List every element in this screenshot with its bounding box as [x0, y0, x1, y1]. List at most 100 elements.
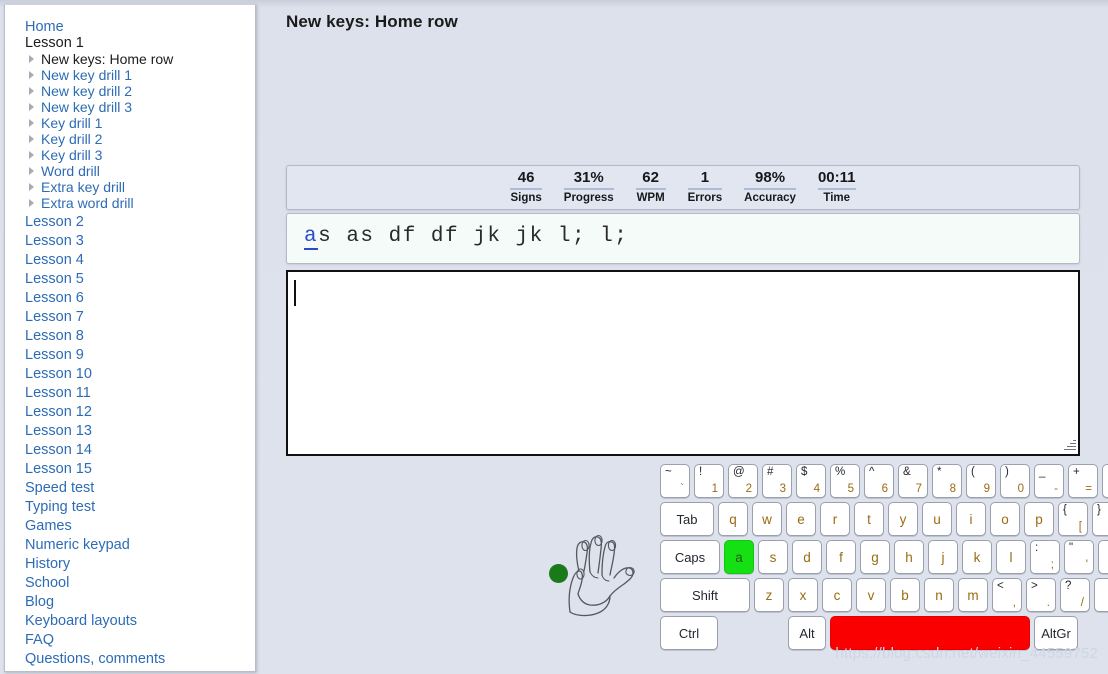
sidebar-item-blog[interactable]: Blog: [5, 594, 255, 610]
key-d[interactable]: d: [792, 540, 822, 574]
sidebar-item-games[interactable]: Games: [5, 518, 255, 534]
stat-accuracy-label: Accuracy: [744, 192, 796, 204]
key-p[interactable]: p: [1024, 502, 1054, 536]
key-][interactable]: }]: [1092, 502, 1108, 536]
sidebar-item-lesson-11[interactable]: Lesson 11: [5, 385, 255, 401]
sidebar-item-lesson-15[interactable]: Lesson 15: [5, 461, 255, 477]
key-u[interactable]: u: [922, 502, 952, 536]
key-'[interactable]: " ': [1064, 540, 1094, 574]
sidebar-item-history[interactable]: History: [5, 556, 255, 572]
sidebar-item-questions-comments[interactable]: Questions, comments: [5, 651, 255, 667]
key-n[interactable]: n: [924, 578, 954, 612]
sidebar-item-speed-test[interactable]: Speed test: [5, 480, 255, 496]
key-j[interactable]: j: [928, 540, 958, 574]
key-t[interactable]: t: [854, 502, 884, 536]
key-r[interactable]: r: [820, 502, 850, 536]
key-`[interactable]: ~ `: [660, 464, 690, 498]
key-label: t: [867, 511, 871, 527]
sidebar-item-extra-key-drill[interactable]: Extra key drill: [5, 179, 255, 195]
key-8[interactable]: * 8: [932, 464, 962, 498]
sidebar-item-new-keys-home-row[interactable]: New keys: Home row: [5, 51, 255, 67]
key-/[interactable]: ? /: [1060, 578, 1090, 612]
sidebar-item-lesson-2[interactable]: Lesson 2: [5, 214, 255, 230]
key-back[interactable]: Back: [1102, 464, 1108, 498]
sidebar-item-lesson-14[interactable]: Lesson 14: [5, 442, 255, 458]
key-a[interactable]: a: [724, 540, 754, 574]
key-0[interactable]: ) 0: [1000, 464, 1030, 498]
sidebar-item-faq[interactable]: FAQ: [5, 632, 255, 648]
key-enter[interactable]: Enter: [1098, 540, 1108, 574]
key-label: Alt: [799, 625, 815, 641]
key-tab[interactable]: Tab: [660, 502, 714, 536]
key-;[interactable]: :;: [1030, 540, 1060, 574]
key-y[interactable]: y: [888, 502, 918, 536]
sidebar-item-lesson-6[interactable]: Lesson 6: [5, 290, 255, 306]
key-5[interactable]: % 5: [830, 464, 860, 498]
sidebar-item-list-of-free-resources[interactable]: List of free resources: [5, 670, 255, 671]
key-q[interactable]: q: [718, 502, 748, 536]
key-ctrl[interactable]: Ctrl: [660, 616, 718, 650]
typing-input-area[interactable]: [286, 270, 1080, 456]
key-shift[interactable]: Shift: [660, 578, 750, 612]
key-7[interactable]: & 7: [898, 464, 928, 498]
sidebar-item-new-key-drill-3[interactable]: New key drill 3: [5, 99, 255, 115]
key-[[interactable]: {[: [1058, 502, 1088, 536]
key-o[interactable]: o: [990, 502, 1020, 536]
key-=[interactable]: + =: [1068, 464, 1098, 498]
key-2[interactable]: @2: [728, 464, 758, 498]
key-v[interactable]: v: [856, 578, 886, 612]
sidebar-item-extra-word-drill[interactable]: Extra word drill: [5, 195, 255, 211]
key-caps[interactable]: Caps: [660, 540, 720, 574]
key-1[interactable]: ! 1: [694, 464, 724, 498]
sidebar-item-lesson-9[interactable]: Lesson 9: [5, 347, 255, 363]
sidebar-item-lesson-12[interactable]: Lesson 12: [5, 404, 255, 420]
sidebar-item-label: Extra word drill: [41, 195, 134, 211]
key-6[interactable]: ^ 6: [864, 464, 894, 498]
key-shift-symbol: <: [997, 580, 1004, 592]
sidebar-item-word-drill[interactable]: Word drill: [5, 163, 255, 179]
key-i[interactable]: i: [956, 502, 986, 536]
sidebar-item-lesson-10[interactable]: Lesson 10: [5, 366, 255, 382]
sidebar-navigation[interactable]: Home Lesson 1 New keys: Home row New key dr…: [4, 4, 256, 672]
key-alt[interactable]: Alt: [788, 616, 826, 650]
stat-errors-value: 1: [687, 170, 723, 190]
key-w[interactable]: w: [752, 502, 782, 536]
key-m[interactable]: m: [958, 578, 988, 612]
sidebar-item-lesson-4[interactable]: Lesson 4: [5, 252, 255, 268]
sidebar-item-key-drill-1[interactable]: Key drill 1: [5, 115, 255, 131]
key-4[interactable]: $4: [796, 464, 826, 498]
key-shift[interactable]: Shift: [1094, 578, 1108, 612]
key-c[interactable]: c: [822, 578, 852, 612]
sidebar-item-lesson-13[interactable]: Lesson 13: [5, 423, 255, 439]
sidebar-item-lesson-5[interactable]: Lesson 5: [5, 271, 255, 287]
key--[interactable]: _ -: [1034, 464, 1064, 498]
virtual-keyboard[interactable]: ~`!1@2#3$4%5^6&7*8(9)0_-+= Back Tabqwer t yu…: [660, 464, 1108, 654]
key-,[interactable]: <,: [992, 578, 1022, 612]
sidebar-item-lesson-8[interactable]: Lesson 8: [5, 328, 255, 344]
sidebar-item-new-key-drill-2[interactable]: New key drill 2: [5, 83, 255, 99]
sidebar-item-keyboard-layouts[interactable]: Keyboard layouts: [5, 613, 255, 629]
key-b[interactable]: b: [890, 578, 920, 612]
sidebar-item-lesson-3[interactable]: Lesson 3: [5, 233, 255, 249]
sidebar-item-school[interactable]: School: [5, 575, 255, 591]
key-h[interactable]: h: [894, 540, 924, 574]
sidebar-item-new-key-drill-1[interactable]: New key drill 1: [5, 67, 255, 83]
key-.[interactable]: >.: [1026, 578, 1056, 612]
key-k[interactable]: k: [962, 540, 992, 574]
sidebar-item-key-drill-3[interactable]: Key drill 3: [5, 147, 255, 163]
sidebar-item-typing-test[interactable]: Typing test: [5, 499, 255, 515]
key-l[interactable]: l: [996, 540, 1026, 574]
key-e[interactable]: e: [786, 502, 816, 536]
resize-grip-handle[interactable]: [1062, 438, 1076, 452]
key-3[interactable]: #3: [762, 464, 792, 498]
key-f[interactable]: f: [826, 540, 856, 574]
key-s[interactable]: s: [758, 540, 788, 574]
sidebar-item-lesson-7[interactable]: Lesson 7: [5, 309, 255, 325]
key-z[interactable]: z: [754, 578, 784, 612]
sidebar-item-home[interactable]: Home: [5, 19, 255, 35]
sidebar-item-numeric-keypad[interactable]: Numeric keypad: [5, 537, 255, 553]
key-9[interactable]: (9: [966, 464, 996, 498]
key-x[interactable]: x: [788, 578, 818, 612]
key-g[interactable]: g: [860, 540, 890, 574]
sidebar-item-key-drill-2[interactable]: Key drill 2: [5, 131, 255, 147]
